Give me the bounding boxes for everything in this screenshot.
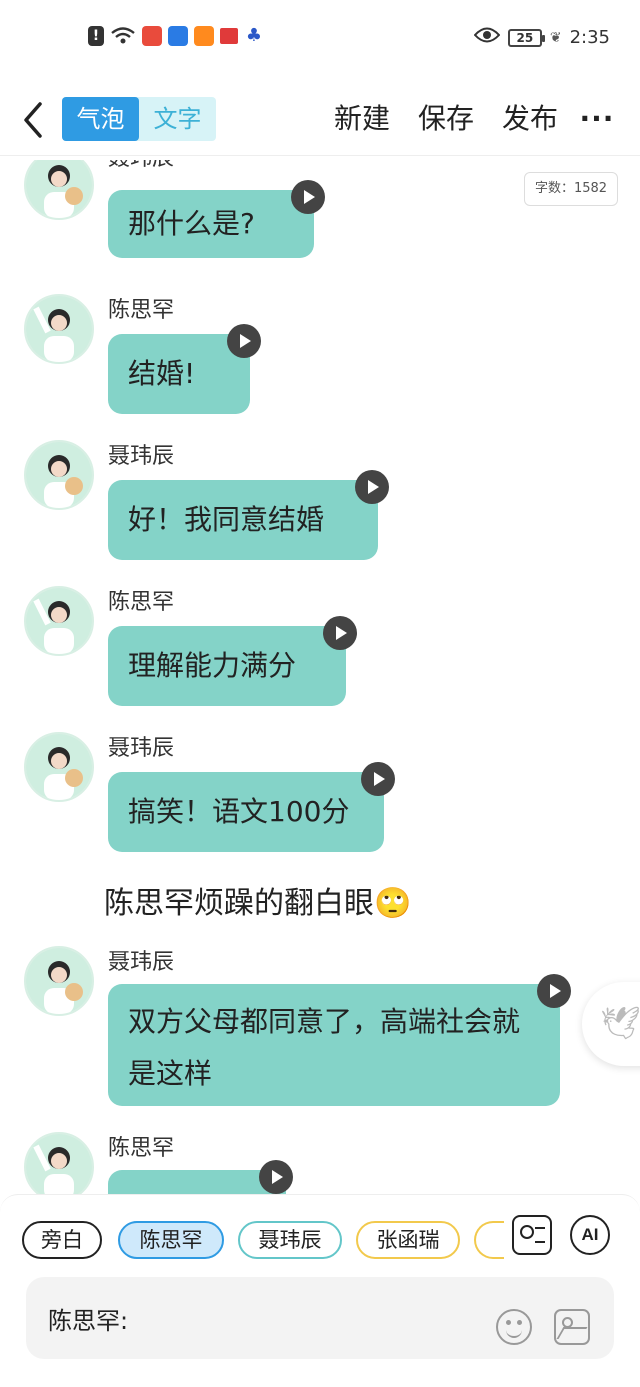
role-chip-more[interactable] bbox=[474, 1221, 504, 1259]
app-icon bbox=[220, 28, 238, 44]
publish-button[interactable]: 发布 bbox=[488, 97, 572, 141]
role-selector: 旁白 陈思罕 聂玮辰 张函瑞 AI bbox=[22, 1215, 640, 1259]
message-input[interactable]: 陈思罕: bbox=[26, 1277, 614, 1359]
role-chip-narration[interactable]: 旁白 bbox=[22, 1221, 102, 1259]
emoji-icon[interactable] bbox=[496, 1309, 532, 1345]
status-icons: ! ♣ bbox=[88, 26, 264, 46]
play-icon[interactable] bbox=[227, 324, 261, 358]
eye-icon bbox=[473, 26, 501, 49]
mode-text-tab[interactable]: 文字 bbox=[139, 97, 216, 141]
avatar[interactable] bbox=[24, 732, 94, 802]
app-icon bbox=[142, 26, 162, 46]
message-bubble[interactable]: 那什么是? bbox=[108, 190, 314, 258]
play-icon[interactable] bbox=[323, 616, 357, 650]
role-chip-chen[interactable]: 陈思罕 bbox=[118, 1221, 224, 1259]
speaker-name: 聂玮辰 bbox=[108, 444, 175, 469]
speaker-name: 陈思罕 bbox=[108, 1136, 175, 1161]
avatar[interactable] bbox=[24, 160, 94, 220]
mode-toggle: 气泡 文字 bbox=[62, 97, 216, 141]
ai-button[interactable]: AI bbox=[570, 1215, 610, 1255]
message-bubble[interactable]: 好！我同意结婚 bbox=[108, 480, 378, 560]
wifi-icon bbox=[110, 26, 136, 46]
word-count-badge: 字数：1582 bbox=[524, 172, 618, 206]
message-bubble[interactable]: 搞笑！语文100分 bbox=[108, 772, 384, 852]
speaker-name: 聂玮辰 bbox=[108, 950, 175, 975]
mode-bubble-tab[interactable]: 气泡 bbox=[62, 97, 139, 141]
battery-icon: 25 bbox=[507, 28, 545, 47]
message-bubble[interactable]: 双方父母都同意了，高端社会就是这样 bbox=[108, 984, 560, 1106]
role-chip-nie[interactable]: 聂玮辰 bbox=[238, 1221, 342, 1259]
input-speaker-label: 陈思罕: bbox=[48, 1307, 129, 1335]
status-bar: ! ♣ 25 ❦ 2:35 bbox=[0, 0, 640, 70]
more-button[interactable]: ··· bbox=[572, 101, 622, 137]
message-bubble[interactable]: 理解能力满分 bbox=[108, 626, 346, 706]
narration-text[interactable]: 陈思罕烦躁的翻白眼🙄 bbox=[104, 878, 411, 922]
bottom-panel: 旁白 陈思罕 聂玮辰 张函瑞 AI 陈思罕: bbox=[0, 1194, 640, 1387]
speaker-name: 聂玮辰 bbox=[108, 160, 174, 172]
app-icon bbox=[194, 26, 214, 46]
new-button[interactable]: 新建 bbox=[320, 97, 404, 141]
avatar[interactable] bbox=[24, 294, 94, 364]
play-icon[interactable] bbox=[291, 180, 325, 214]
app-icon bbox=[168, 26, 188, 46]
top-actions: 新建 保存 发布 ··· bbox=[320, 97, 622, 141]
role-manage-icon[interactable] bbox=[512, 1215, 552, 1255]
play-icon[interactable] bbox=[361, 762, 395, 796]
back-button[interactable] bbox=[18, 100, 48, 140]
bird-icon: 🕊 bbox=[600, 1004, 640, 1042]
floating-assistant-button[interactable]: 🕊 bbox=[582, 982, 640, 1066]
avatar[interactable] bbox=[24, 1132, 94, 1194]
avatar[interactable] bbox=[24, 946, 94, 1016]
message-list[interactable]: 聂玮辰 那什么是? 陈思罕 结婚! 聂玮辰 好！我同意结婚 陈思罕 理解能力满分 bbox=[0, 160, 640, 1194]
avatar[interactable] bbox=[24, 440, 94, 510]
speaker-name: 聂玮辰 bbox=[108, 736, 175, 761]
play-icon[interactable] bbox=[259, 1160, 293, 1194]
back-arrow-icon bbox=[24, 102, 42, 138]
clock: 2:35 bbox=[569, 27, 610, 48]
play-icon[interactable] bbox=[355, 470, 389, 504]
avatar[interactable] bbox=[24, 586, 94, 656]
baidu-icon: ♣ bbox=[245, 25, 263, 46]
speaker-name: 陈思罕 bbox=[108, 590, 175, 615]
role-chip-zhang[interactable]: 张函瑞 bbox=[356, 1221, 460, 1259]
status-right: 25 ❦ 2:35 bbox=[473, 26, 610, 49]
top-bar: 气泡 文字 新建 保存 发布 ··· bbox=[0, 84, 640, 156]
image-icon[interactable] bbox=[554, 1309, 590, 1345]
speaker-name: 陈思罕 bbox=[108, 298, 175, 323]
play-icon[interactable] bbox=[537, 974, 571, 1008]
save-button[interactable]: 保存 bbox=[404, 97, 488, 141]
leaf-icon: ❦ bbox=[549, 29, 562, 46]
alert-icon: ! bbox=[88, 26, 104, 46]
